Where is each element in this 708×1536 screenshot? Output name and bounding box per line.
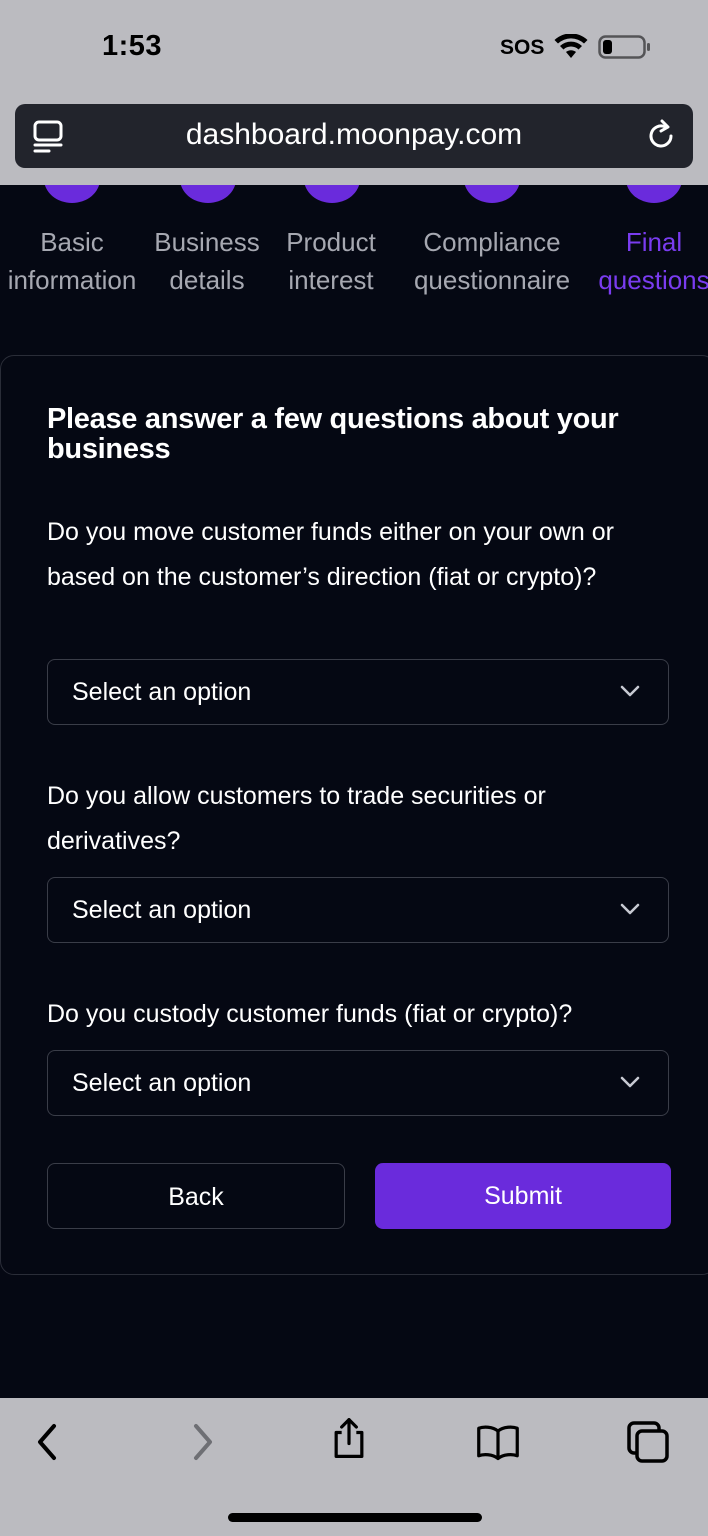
questions-card: Please answer a few questions about your… xyxy=(0,355,708,1275)
step-dot-final-questions xyxy=(626,185,682,203)
card-title: Please answer a few questions about your… xyxy=(47,403,619,465)
battery-icon xyxy=(598,35,650,59)
progress-stepper: Basic information Business details Product… xyxy=(0,185,708,305)
question-move-funds: Do you move customer funds either on you… xyxy=(47,518,614,591)
share-icon[interactable] xyxy=(327,1416,371,1460)
select-value: Select an option xyxy=(72,678,252,706)
bookmarks-icon[interactable] xyxy=(476,1420,520,1464)
address-bar[interactable]: dashboard.moonpay.com xyxy=(15,104,693,168)
select-trade-securities[interactable]: Select an option xyxy=(47,877,669,943)
reload-icon[interactable] xyxy=(643,118,679,154)
forward-icon[interactable] xyxy=(180,1420,224,1464)
chevron-down-icon xyxy=(620,685,640,697)
question-custody-funds: Do you custody customer funds (fiat or c… xyxy=(47,1000,573,1028)
browser-chrome: 1:53 SOS dashboard.moonpay.com xyxy=(0,0,708,185)
chevron-down-icon xyxy=(620,1076,640,1088)
wifi-icon xyxy=(554,34,588,58)
back-icon[interactable] xyxy=(26,1420,70,1464)
step-dot-business-details xyxy=(180,185,236,203)
tabs-icon[interactable] xyxy=(626,1420,670,1464)
step-final-questions: Final questions xyxy=(598,227,708,295)
url-text[interactable]: dashboard.moonpay.com xyxy=(15,118,693,152)
browser-toolbar xyxy=(0,1398,708,1536)
select-custody-funds[interactable]: Select an option xyxy=(47,1050,669,1116)
step-business-details: Business details xyxy=(154,227,260,295)
back-button[interactable]: Back xyxy=(47,1163,345,1229)
home-indicator xyxy=(228,1513,482,1522)
step-dot-basic-information xyxy=(44,185,100,203)
step-dot-compliance-questionnaire xyxy=(464,185,520,203)
select-value: Select an option xyxy=(72,1069,252,1097)
select-value: Select an option xyxy=(72,896,252,924)
step-dot-product-interest xyxy=(304,185,360,203)
chevron-down-icon xyxy=(620,903,640,915)
step-product-interest: Product interest xyxy=(286,227,376,295)
status-time: 1:53 xyxy=(102,30,163,62)
question-trade-securities: Do you allow customers to trade securiti… xyxy=(47,782,546,855)
submit-button[interactable]: Submit xyxy=(375,1163,671,1229)
sos-indicator: SOS xyxy=(500,36,545,59)
select-move-funds[interactable]: Select an option xyxy=(47,659,669,725)
step-compliance-questionnaire: Compliance questionnaire xyxy=(413,227,571,295)
